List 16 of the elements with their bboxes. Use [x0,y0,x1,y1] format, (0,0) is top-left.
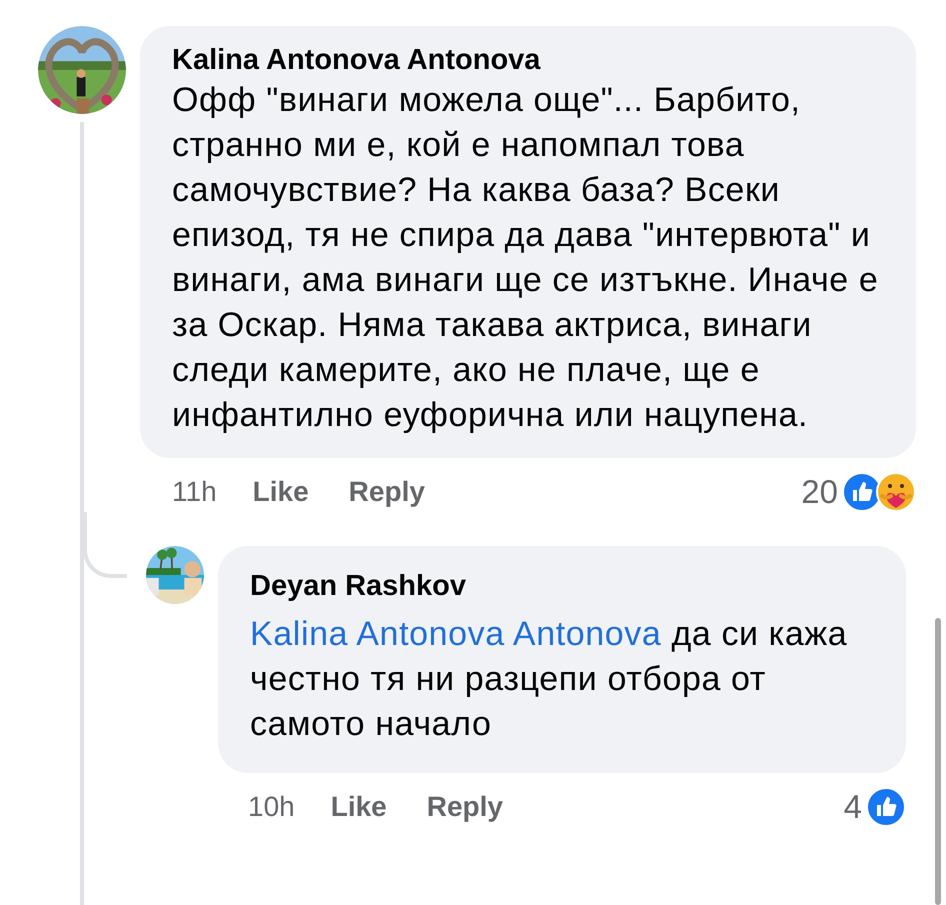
like-reaction-icon [866,787,906,827]
scrollbar[interactable] [935,618,941,905]
reaction-count[interactable]: 20 [801,473,838,511]
comment-time: 11h [172,476,217,508]
like-link[interactable]: Like [252,476,309,508]
reaction-count[interactable]: 4 [844,788,862,826]
reply-link[interactable]: Reply [426,791,503,823]
like-link[interactable]: Like [330,791,387,823]
care-reaction-icon [876,472,916,512]
mention-link[interactable]: Kalina Antonova Antonova [250,615,662,653]
comment-text: Офф "винаги можела още"... Барбито, странно ми е, кой е напомпал това самочувствие? На каква база? Всеки епизод, тя не спира да дава "интервюта" и винаги, ама винаги ще се изтъкне. Иначе е за Оскар. Няма такава актриса, винаги следи камерите, ако не плаче, ще е инфантилно еуфорична или нацупена. [172,80,880,436]
comment-author[interactable]: Kalina Antonova Antonova [172,42,884,78]
comment-time: 10h [248,791,295,823]
comment-author[interactable]: Deyan Rashkov [250,568,874,604]
comment-text: Kalina Antonova Antonova да си кажа честно тя ни разцепи отбора от самото начало [250,614,848,745]
reply-link[interactable]: Reply [348,476,425,508]
